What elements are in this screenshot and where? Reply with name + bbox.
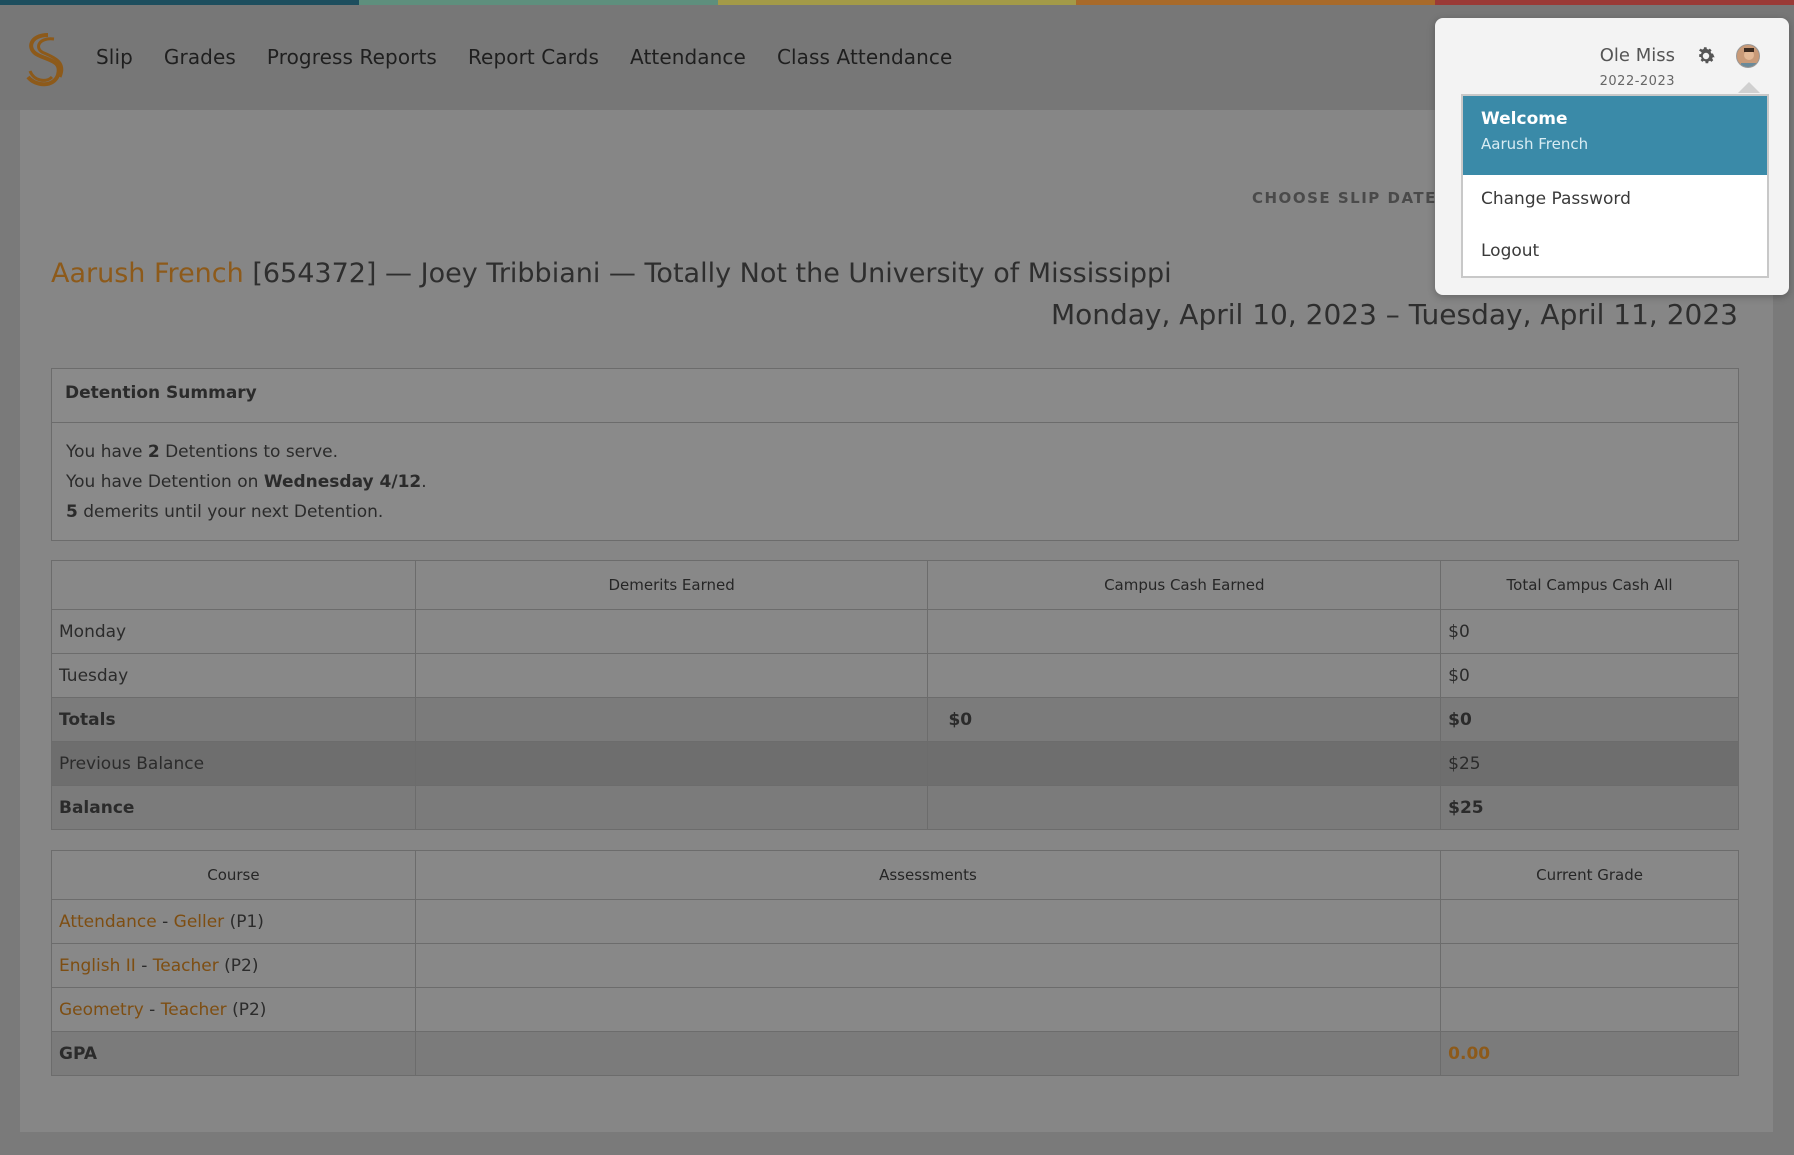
cell: $0 — [927, 697, 1442, 742]
gpa-label: GPA — [51, 1031, 416, 1076]
course-cell: English II - Teacher (P2) — [51, 943, 416, 988]
cell: $0 — [1440, 653, 1739, 698]
cell — [927, 653, 1442, 698]
detention-summary-title: Detention Summary — [52, 369, 1738, 423]
cell — [414, 1031, 1442, 1076]
table-row: Monday $0 — [51, 609, 1739, 654]
balance-row: Balance $25 — [51, 785, 1739, 830]
cell — [927, 785, 1442, 830]
teacher-link[interactable]: Teacher — [153, 956, 219, 976]
cell — [1440, 987, 1739, 1032]
school-year: 2022-2023 — [1599, 74, 1675, 89]
row-label: Monday — [51, 609, 416, 654]
course-link[interactable]: English II — [59, 956, 136, 976]
school-name: Ole Miss — [1599, 45, 1675, 66]
row-label: Previous Balance — [51, 741, 416, 786]
table-header: Course — [51, 850, 416, 900]
table-header: Assessments — [414, 850, 1442, 900]
app-logo-icon[interactable] — [18, 31, 70, 89]
welcome-label: Welcome — [1481, 109, 1568, 129]
cell — [414, 785, 929, 830]
cell — [414, 697, 929, 742]
course-cell: Geometry - Teacher (P2) — [51, 987, 416, 1032]
course-cell: Attendance - Geller (P1) — [51, 899, 416, 944]
cell — [414, 899, 1442, 944]
row-label: Tuesday — [51, 653, 416, 698]
row-label: Balance — [51, 785, 416, 830]
user-menu-dropdown: Ole Miss 2022-2023 Welcome Aarush French… — [1435, 18, 1789, 295]
totals-row: Totals $0 $0 — [51, 697, 1739, 742]
welcome-user-name: Aarush French — [1481, 135, 1589, 153]
cell — [414, 943, 1442, 988]
gear-icon[interactable] — [1695, 45, 1717, 67]
table-row: Geometry - Teacher (P2) — [51, 987, 1739, 1032]
course-table-header: Course Assessments Current Grade — [51, 850, 1739, 900]
cell — [1440, 943, 1739, 988]
choose-slip-date-label: CHOOSE SLIP DATE — [1252, 189, 1437, 207]
logout-item[interactable]: Logout — [1463, 227, 1767, 279]
detention-summary: Detention Summary You have 2 Detentions … — [51, 368, 1739, 541]
cell — [414, 653, 929, 698]
cell: $0 — [1440, 697, 1739, 742]
behavior-table: Demerits Earned Campus Cash Earned Total… — [51, 560, 1739, 830]
nav-progress-reports[interactable]: Progress Reports — [267, 45, 437, 69]
detention-line-2: You have Detention on Wednesday 4/12. — [66, 472, 427, 492]
cell — [1440, 899, 1739, 944]
nav-report-cards[interactable]: Report Cards — [468, 45, 599, 69]
cell — [414, 609, 929, 654]
nav-class-attendance[interactable]: Class Attendance — [777, 45, 953, 69]
user-menu: Welcome Aarush French Change Password Lo… — [1461, 94, 1769, 278]
cell — [927, 609, 1442, 654]
course-link[interactable]: Geometry — [59, 1000, 144, 1020]
student-details: [654372] — Joey Tribbiani — Totally Not … — [243, 258, 1172, 289]
course-table: Course Assessments Current Grade Attenda… — [51, 850, 1739, 1076]
gpa-value: 0.00 — [1440, 1031, 1739, 1076]
nav-grades[interactable]: Grades — [164, 45, 236, 69]
cell: $0 — [1440, 609, 1739, 654]
cell: $25 — [1440, 741, 1739, 786]
detention-line-3: 5 demerits until your next Detention. — [66, 502, 384, 522]
table-row: Attendance - Geller (P1) — [51, 899, 1739, 944]
table-header: Current Grade — [1440, 850, 1739, 900]
cell: $25 — [1440, 785, 1739, 830]
previous-balance-row: Previous Balance $25 — [51, 741, 1739, 786]
table-row: English II - Teacher (P2) — [51, 943, 1739, 988]
cell — [927, 741, 1442, 786]
table-row: Tuesday $0 — [51, 653, 1739, 698]
cell — [414, 741, 929, 786]
nav-slip[interactable]: Slip — [96, 45, 133, 69]
teacher-link[interactable]: Geller — [174, 912, 225, 932]
behavior-table-header: Demerits Earned Campus Cash Earned Total… — [51, 560, 1739, 610]
table-header — [51, 560, 416, 610]
slip-date-range: Monday, April 10, 2023 – Tuesday, April … — [1050, 298, 1738, 331]
gpa-row: GPA 0.00 — [51, 1031, 1739, 1076]
main-nav: Slip Grades Progress Reports Report Card… — [96, 45, 983, 69]
table-header: Demerits Earned — [414, 560, 929, 610]
dropdown-caret — [1738, 82, 1760, 93]
detention-line-1: You have 2 Detentions to serve. — [66, 442, 339, 462]
table-header: Campus Cash Earned — [927, 560, 1442, 610]
table-header: Total Campus Cash All — [1440, 560, 1739, 610]
teacher-link[interactable]: Teacher — [161, 1000, 227, 1020]
student-name: Aarush French — [51, 258, 244, 289]
course-link[interactable]: Attendance — [59, 912, 157, 932]
welcome-item: Welcome Aarush French — [1463, 96, 1767, 175]
row-label: Totals — [51, 697, 416, 742]
page-title: Aarush French [654372] — Joey Tribbiani … — [51, 258, 1172, 289]
nav-attendance[interactable]: Attendance — [630, 45, 746, 69]
cell — [414, 987, 1442, 1032]
avatar[interactable] — [1736, 44, 1760, 68]
change-password-item[interactable]: Change Password — [1463, 175, 1767, 227]
